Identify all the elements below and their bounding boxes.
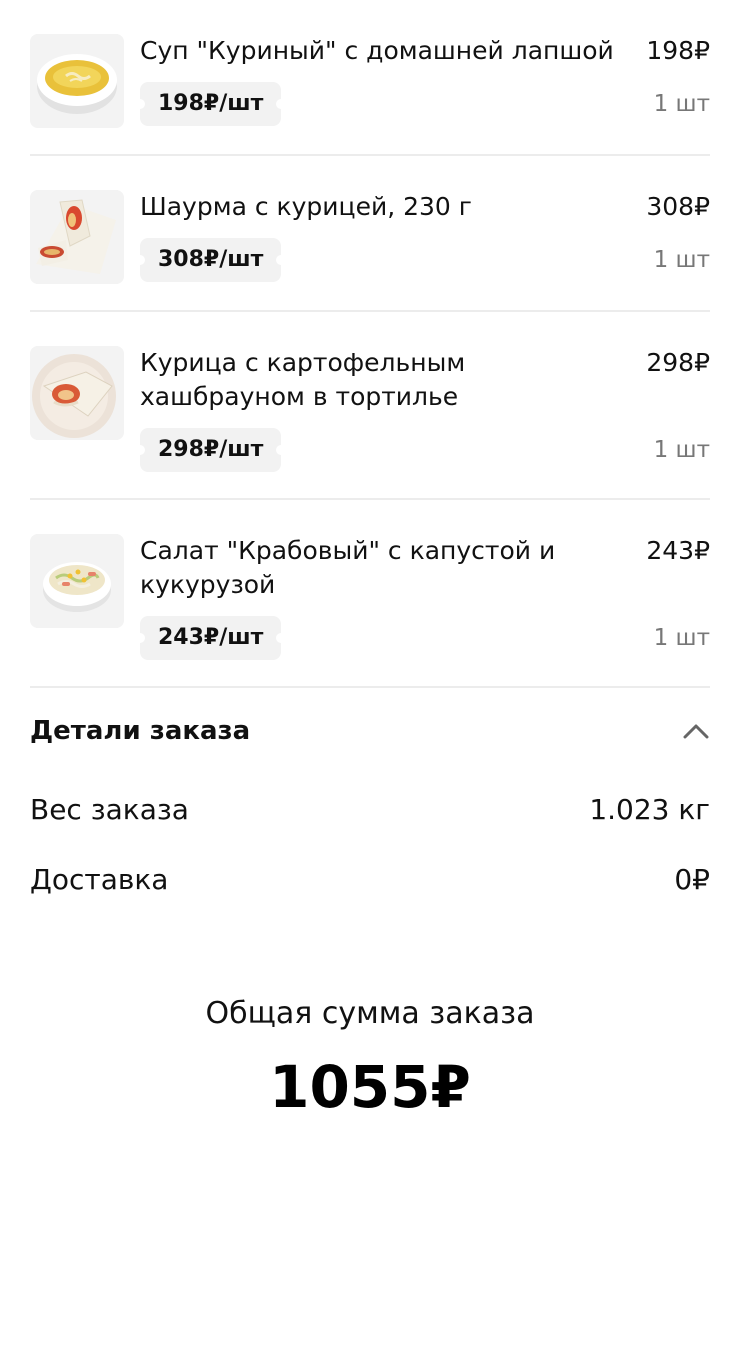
delivery-label: Доставка xyxy=(30,862,169,896)
order-details-toggle[interactable]: Детали заказа xyxy=(30,688,710,774)
unit-price-badge: 243₽/шт xyxy=(134,616,287,660)
order-details-section: Детали заказа Вес заказа 1.023 кг Достав… xyxy=(30,688,710,914)
item-name: Шаурма с курицей, 230 г xyxy=(140,192,472,221)
order-weight-value: 1.023 кг xyxy=(589,792,710,826)
unit-price-badge: 308₽/шт xyxy=(134,238,287,282)
delivery-value: 0₽ xyxy=(674,862,710,896)
item-price: 298₽ xyxy=(646,348,710,377)
order-summary-page: Суп "Куриный" с домашней лапшой 198₽ 198… xyxy=(0,0,740,1358)
item-quantity: 1 шт xyxy=(653,437,710,463)
delivery-row: Доставка 0₽ xyxy=(30,844,710,914)
item-name: Суп "Куриный" с домашней лапшой xyxy=(140,36,614,65)
order-item: Суп "Куриный" с домашней лапшой 198₽ 198… xyxy=(30,0,710,156)
shawarma-image xyxy=(30,190,124,284)
salad-bowl-image xyxy=(30,534,124,628)
order-item: Курица с картофельным хашбрауном в торти… xyxy=(30,312,710,500)
order-total-section: Общая сумма заказа 1055₽ xyxy=(30,996,710,1121)
item-price: 198₽ xyxy=(646,36,710,65)
item-quantity: 1 шт xyxy=(653,625,710,651)
item-name: Курица с картофельным хашбрауном в торти… xyxy=(140,348,466,411)
order-weight-label: Вес заказа xyxy=(30,792,189,826)
order-weight-row: Вес заказа 1.023 кг xyxy=(30,774,710,844)
tortilla-plate-image xyxy=(30,346,124,440)
order-details-title: Детали заказа xyxy=(30,716,251,746)
unit-price-badge: 198₽/шт xyxy=(134,82,287,126)
chevron-up-icon[interactable] xyxy=(682,717,710,745)
item-name: Салат "Крабовый" с капустой и кукурузой xyxy=(140,536,556,599)
order-total-value: 1055₽ xyxy=(269,1053,471,1121)
item-quantity: 1 шт xyxy=(653,247,710,273)
soup-bowl-image xyxy=(30,34,124,128)
order-items-list: Суп "Куриный" с домашней лапшой 198₽ 198… xyxy=(30,0,710,688)
item-quantity: 1 шт xyxy=(653,91,710,117)
order-total-label: Общая сумма заказа xyxy=(205,996,535,1031)
order-item: Шаурма с курицей, 230 г 308₽ 308₽/шт 1 ш… xyxy=(30,156,710,312)
item-price: 308₽ xyxy=(646,192,710,221)
order-item: Салат "Крабовый" с капустой и кукурузой … xyxy=(30,500,710,688)
item-price: 243₽ xyxy=(646,536,710,565)
unit-price-badge: 298₽/шт xyxy=(134,428,287,472)
